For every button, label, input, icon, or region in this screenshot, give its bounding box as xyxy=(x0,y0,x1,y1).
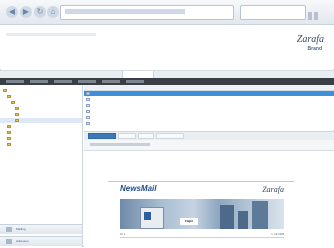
folder-icon xyxy=(7,143,11,146)
browser-toolbar: ◀ ▶ ↻ ⌂ xyxy=(0,0,334,25)
envelope-icon xyxy=(86,98,90,101)
toolbar-button-1[interactable] xyxy=(6,80,24,83)
preview-info xyxy=(84,140,334,151)
tab-4[interactable] xyxy=(122,71,154,78)
envelope-icon xyxy=(86,110,90,113)
newsletter: NewsMail Zarafa Flight Nr. 1 1. Juli 200… xyxy=(108,181,294,248)
newsletter-brand: Zarafa xyxy=(262,185,284,194)
sidebar-nav-mailing[interactable]: Mailing xyxy=(0,224,82,234)
envelope-icon xyxy=(86,116,90,119)
breadcrumb xyxy=(6,33,96,36)
table-row[interactable] xyxy=(84,109,334,114)
product-box-image xyxy=(140,207,164,229)
preview-tab-4[interactable] xyxy=(156,133,184,139)
table-row[interactable] xyxy=(84,121,334,126)
tree-item-8[interactable] xyxy=(0,130,82,135)
envelope-icon xyxy=(86,104,90,107)
app-header: Zarafa Brand xyxy=(0,25,334,69)
preview-tab-3[interactable] xyxy=(138,133,154,139)
tree-item-6[interactable] xyxy=(0,118,82,123)
table-row[interactable] xyxy=(84,91,334,96)
newsletter-date: 1. Juli 2009 xyxy=(271,233,284,236)
back-icon[interactable]: ◀ xyxy=(6,6,18,18)
brand-logo-name: Zarafa xyxy=(296,34,324,45)
refresh-icon[interactable]: ↻ xyxy=(34,6,46,18)
preview-tabs xyxy=(84,131,334,140)
tree-item-9[interactable] xyxy=(0,136,82,141)
tab-1[interactable] xyxy=(12,71,38,78)
toolbar-button-3[interactable] xyxy=(54,80,72,83)
folder-sidebar: Mailing Adressen xyxy=(0,85,83,247)
envelope-icon xyxy=(86,122,90,125)
sidebar-nav-label: Mailing xyxy=(16,227,26,231)
tree-item-10[interactable] xyxy=(0,142,82,147)
folder-icon xyxy=(11,101,15,104)
tree-item-7[interactable] xyxy=(0,124,82,129)
home-icon[interactable]: ⌂ xyxy=(47,6,59,18)
preview-tab-1[interactable] xyxy=(88,133,116,139)
tree-item-1[interactable] xyxy=(0,88,82,93)
table-row[interactable] xyxy=(84,103,334,108)
tab-5[interactable] xyxy=(160,71,174,78)
tree-item-3[interactable] xyxy=(0,100,82,105)
message-list xyxy=(84,85,334,130)
newsletter-issue: Nr. 1 xyxy=(120,233,126,236)
preview-pane: NewsMail Zarafa Flight Nr. 1 1. Juli 200… xyxy=(84,151,334,248)
url-text xyxy=(65,9,185,14)
folder-icon xyxy=(7,125,11,128)
sidebar-nav-adressen[interactable]: Adressen xyxy=(0,236,82,246)
newsletter-title: NewsMail xyxy=(120,184,157,193)
tab-2[interactable] xyxy=(46,71,76,78)
folder-icon xyxy=(15,107,19,110)
folder-icon xyxy=(7,95,11,98)
toolbar-button-6[interactable] xyxy=(126,80,144,83)
address-bar[interactable] xyxy=(60,5,234,20)
browser-search-input[interactable] xyxy=(240,5,306,20)
tree-item-2[interactable] xyxy=(0,94,82,99)
contacts-icon xyxy=(6,239,12,244)
folder-icon xyxy=(15,113,19,116)
folder-icon xyxy=(3,89,7,92)
toolbar-button-5[interactable] xyxy=(102,80,120,83)
folder-icon xyxy=(15,119,19,122)
divider xyxy=(120,237,284,238)
folder-icon xyxy=(7,131,11,134)
preview-info-line xyxy=(90,143,150,146)
action-toolbar xyxy=(0,78,334,85)
browser-tools[interactable] xyxy=(306,7,326,20)
envelope-icon xyxy=(86,92,90,95)
forward-icon[interactable]: ▶ xyxy=(20,6,32,18)
table-row[interactable] xyxy=(84,97,334,102)
tree-item-4[interactable] xyxy=(0,106,82,111)
table-row[interactable] xyxy=(84,115,334,120)
newsletter-badge: Flight xyxy=(180,218,198,225)
main-tabs xyxy=(0,70,334,78)
brand-logo-sub: Brand xyxy=(307,46,322,52)
newsletter-hero-image: Flight xyxy=(120,199,284,229)
brand-logo: Zarafa Brand xyxy=(266,35,324,61)
tab-3[interactable] xyxy=(86,71,114,78)
tree-item-5[interactable] xyxy=(0,112,82,117)
toolbar-button-4[interactable] xyxy=(78,80,96,83)
mail-icon xyxy=(6,227,12,232)
sidebar-nav-label: Adressen xyxy=(16,239,29,243)
toolbar-button-2[interactable] xyxy=(30,80,48,83)
preview-tab-2[interactable] xyxy=(118,133,136,139)
folder-icon xyxy=(7,137,11,140)
